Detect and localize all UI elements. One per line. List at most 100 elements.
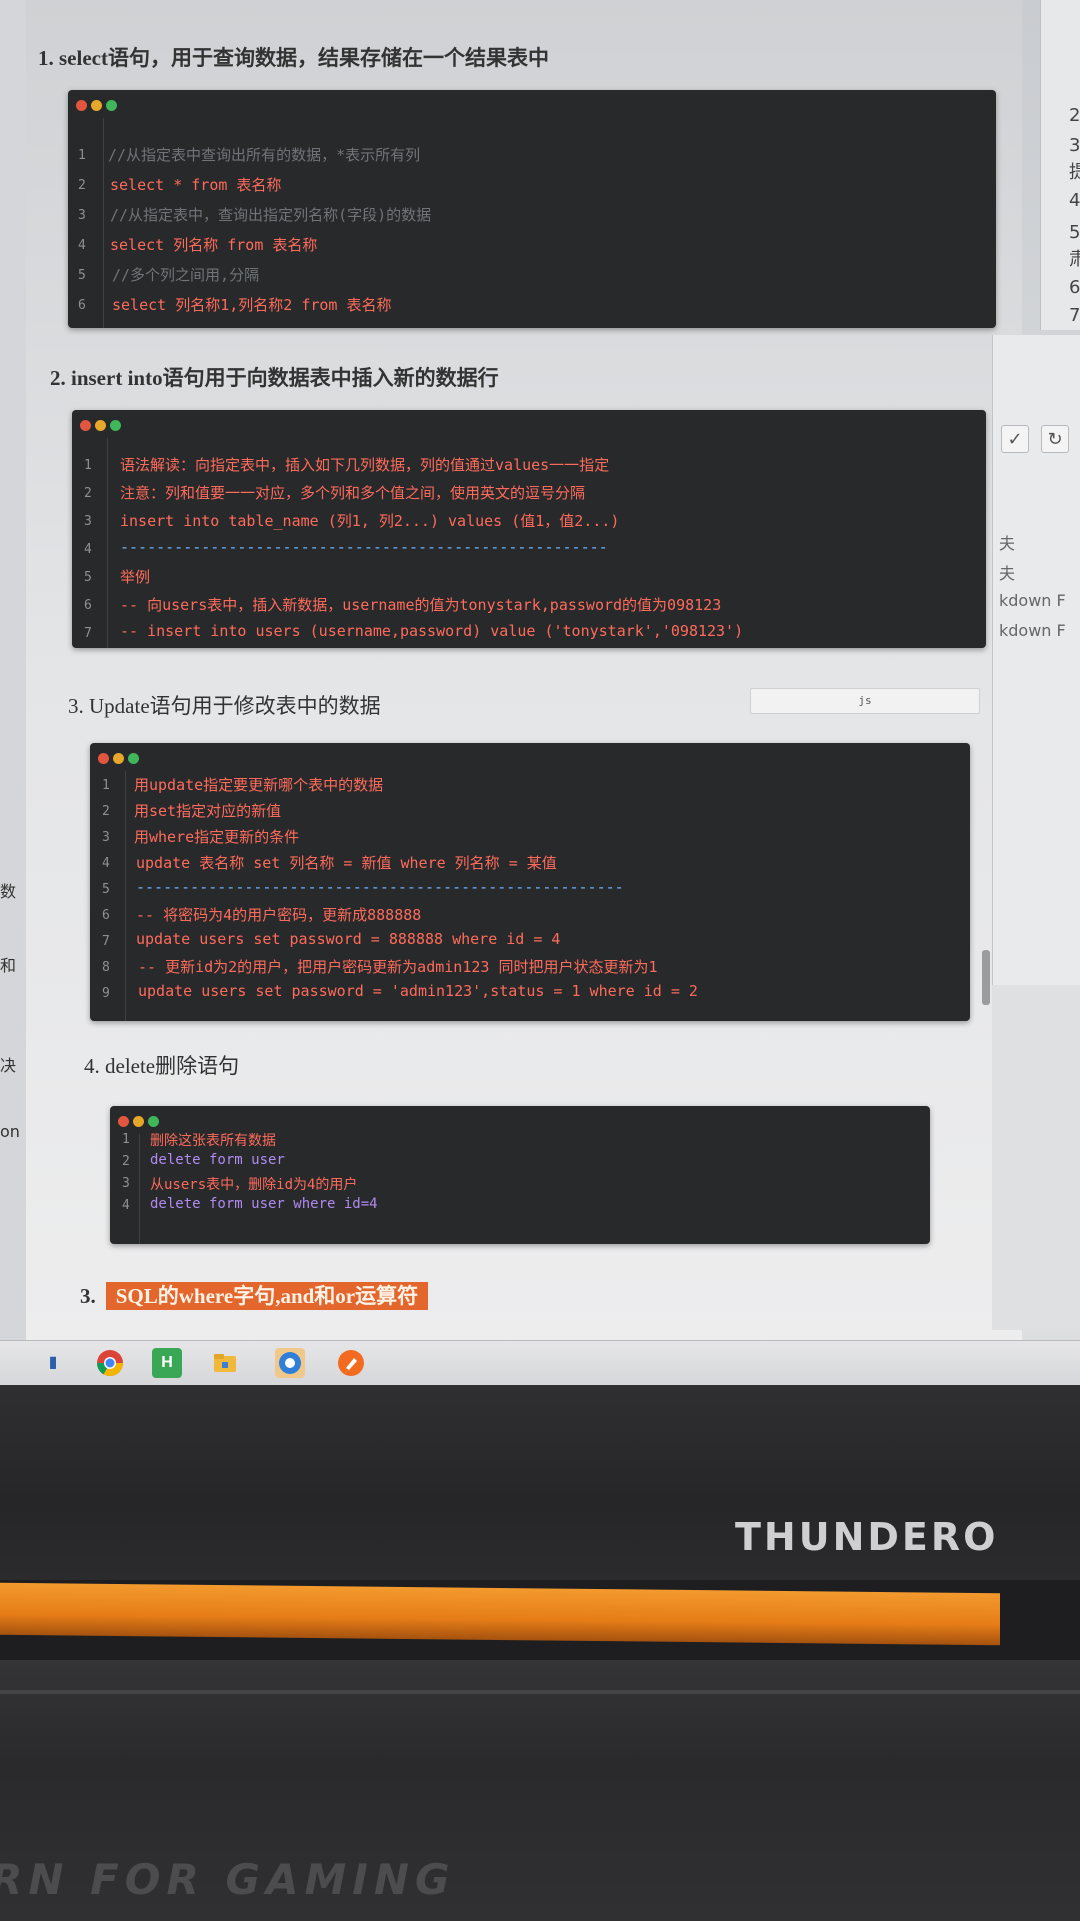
maximize-dot-icon	[110, 420, 121, 431]
gear-app-icon[interactable]	[275, 1348, 305, 1378]
window-dots	[118, 1114, 163, 1127]
hbuilder-icon[interactable]: H	[152, 1348, 182, 1378]
minimize-dot-icon	[133, 1116, 144, 1127]
line-number: 4	[78, 238, 86, 253]
brand-logo: THUNDERO	[735, 1515, 999, 1559]
code-line: //从指定表中查询出所有的数据，*表示所有列	[108, 146, 421, 164]
code-line: select 列名称 from 表名称	[110, 236, 318, 254]
line-number: 2	[122, 1154, 130, 1169]
line-number: 3	[122, 1176, 130, 1191]
line-gutter	[68, 118, 104, 328]
code-block-insert: 1 2 3 4 5 6 语法解读：向指定表中，插入如下几列数据，列的值通过val…	[72, 410, 986, 648]
scrollbar-thumb[interactable]	[982, 950, 990, 1005]
code-line: -- 更新id为2的用户，把用户密码更新为admin123 同时把用户状态更新为…	[138, 958, 658, 976]
line-number: 4	[122, 1198, 130, 1213]
section-heading-3: 3. Update语句用于修改表中的数据	[68, 690, 381, 720]
right-window-lower	[992, 985, 1080, 1330]
code-line: 语法解读：向指定表中，插入如下几列数据，列的值通过values一一指定	[120, 456, 610, 474]
section-title: insert into语句用于向数据表中插入新的数据行	[71, 366, 499, 390]
section-title: Update语句用于修改表中的数据	[89, 694, 381, 718]
outline-number: 5	[1069, 222, 1080, 243]
line-number: 3	[102, 830, 110, 845]
code-line: select 列名称1,列名称2 from 表名称	[112, 296, 392, 314]
line-number: 1	[78, 148, 86, 163]
code-block-select: 1 2 3 4 5 6 //从指定表中查询出所有的数据，*表示所有列 selec…	[68, 90, 996, 328]
line-number: 1	[102, 778, 110, 793]
section-heading-4: 4. delete删除语句	[84, 1050, 239, 1080]
code-line-text: -- insert into users (username,password)…	[120, 622, 744, 640]
code-line: delete form user	[150, 1152, 285, 1168]
minimize-dot-icon	[91, 100, 102, 111]
slogan-text: RN FOR GAMING	[0, 1855, 456, 1904]
line-number: 5	[84, 570, 92, 585]
deck-edge	[0, 1690, 1080, 1694]
code-line: delete form user where id=4	[150, 1196, 378, 1212]
code-line: update users set password = 'admin123',s…	[138, 982, 698, 1000]
minimize-dot-icon	[113, 753, 124, 764]
left-fragment: 决	[0, 1056, 17, 1075]
file-list-item[interactable]: 夫	[999, 530, 1015, 554]
screen: 数 和 决 on 2 3 提 4 5 肃 6 7. ✓ ↻ 夫 夫 kdown …	[0, 0, 1080, 1385]
outline-number: 6	[1069, 277, 1080, 298]
line-number: 4	[84, 542, 92, 557]
maximize-dot-icon	[148, 1116, 159, 1127]
file-list-item[interactable]: 夫	[999, 560, 1015, 584]
code-line: 删除这张表所有数据	[150, 1133, 276, 1149]
check-icon[interactable]: ✓	[1001, 425, 1029, 453]
code-line: select * from 表名称	[110, 176, 282, 194]
section-title: select语句，用于查询数据，结果存储在一个结果表中	[59, 46, 549, 70]
code-line: -- 将密码为4的用户密码，更新成888888	[136, 906, 422, 924]
code-separator: ----------------------------------------…	[136, 878, 624, 896]
line-number: 7	[84, 626, 92, 641]
window-dots	[98, 751, 143, 764]
code-language-select[interactable]: js	[750, 688, 980, 714]
maximize-dot-icon	[106, 100, 117, 111]
code-block-delete: 1 2 3 4 删除这张表所有数据 delete form user 从user…	[110, 1106, 930, 1244]
code-line: 注意：列和值要一一对应，多个列和多个值之间，使用英文的逗号分隔	[120, 484, 586, 502]
code-line: -- 向users表中，插入新数据，username的值为tonystark,p…	[120, 596, 722, 614]
left-fragment: on	[0, 1122, 20, 1141]
section-number: 2.	[50, 366, 66, 390]
section-heading-1: 1. select语句，用于查询数据，结果存储在一个结果表中	[38, 42, 549, 72]
code-line: //多个列之间用,分隔	[112, 266, 260, 284]
code-line: -- insert into users (username,password)…	[120, 622, 743, 640]
right-side-window: 2 3 提 4 5 肃 6 7.	[1040, 0, 1080, 330]
line-number: 1	[84, 458, 92, 473]
close-dot-icon	[76, 100, 87, 111]
code-line: 用where指定更新的条件	[134, 828, 300, 846]
file-explorer-blue-icon[interactable]: ▮	[38, 1348, 68, 1378]
section-title: delete删除语句	[105, 1054, 240, 1078]
line-number: 5	[78, 268, 86, 283]
line-number: 8	[102, 960, 110, 975]
left-fragment: 和	[0, 956, 17, 975]
pen-app-icon[interactable]	[336, 1348, 366, 1378]
file-list-item[interactable]: kdown F	[999, 591, 1066, 610]
folder-icon[interactable]	[210, 1348, 240, 1378]
line-number: 6	[78, 298, 86, 313]
close-dot-icon	[98, 753, 109, 764]
line-number: 4	[102, 856, 110, 871]
line-number: 3	[78, 208, 86, 223]
refresh-icon[interactable]: ↻	[1041, 425, 1069, 453]
line-number: 9	[102, 986, 110, 1001]
window-dots	[80, 418, 125, 431]
file-list-item[interactable]: kdown F	[999, 621, 1066, 640]
line-number: 5	[102, 882, 110, 897]
code-line: insert into table_name (列1, 列2...) value…	[120, 512, 620, 530]
code-line: //从指定表中，查询出指定列名称(字段)的数据	[110, 206, 432, 224]
line-number: 6	[102, 908, 110, 923]
line-number: 2	[102, 804, 110, 819]
right-editor-window: ✓ ↻ 夫 夫 kdown F kdown F	[992, 335, 1080, 985]
code-separator: ----------------------------------------…	[120, 538, 608, 556]
code-block-update: 1 2 3 4 5 6 7 8 9 用update指定要更新哪个表中的数据 用s…	[90, 743, 970, 1021]
outline-number: 7.	[1069, 305, 1080, 326]
line-number: 2	[78, 178, 86, 193]
section-number: 1.	[38, 46, 54, 70]
code-line: 从users表中，删除id为4的用户	[150, 1177, 358, 1193]
close-dot-icon	[80, 420, 91, 431]
section-heading-2: 2. insert into语句用于向数据表中插入新的数据行	[50, 362, 499, 392]
line-number: 2	[84, 486, 92, 501]
chrome-icon[interactable]	[95, 1348, 125, 1378]
highlighted-section-title: SQL的where字句,and和or运算符	[105, 1282, 429, 1310]
code-line: 用set指定对应的新值	[134, 802, 282, 820]
